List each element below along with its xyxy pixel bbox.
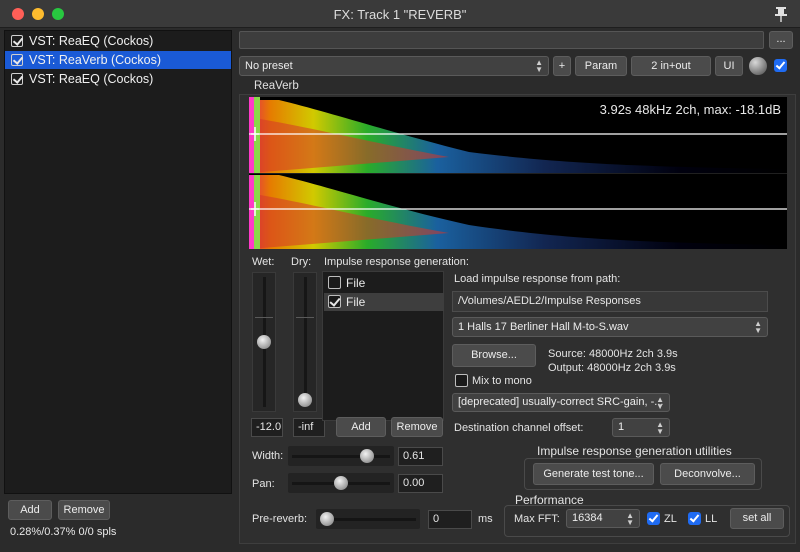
width-value[interactable]: 0.61 [398, 447, 443, 466]
fx-enabled-checkbox[interactable] [11, 73, 23, 85]
wet-knob[interactable] [749, 57, 767, 75]
fx-item-label: VST: ReaEQ (Cockos) [29, 34, 154, 48]
deconvolve-button[interactable]: Deconvolve... [660, 463, 755, 485]
chevron-up-down-icon: ▲ ▼ [535, 58, 543, 74]
output-info: Output: 48000Hz 2ch 3.9s [548, 362, 676, 374]
pan-value[interactable]: 0.00 [398, 474, 443, 493]
fx-chain-item-selected[interactable]: VST: ReaVerb (Cockos) [5, 51, 231, 69]
prereverb-label: Pre-reverb: [252, 513, 308, 525]
src-mode-dropdown[interactable]: [deprecated] usually-correct SRC-gain, -… [452, 393, 670, 412]
spectrogram-channel-2 [249, 175, 787, 249]
max-fft-label: Max FFT: [514, 513, 560, 525]
window-title: FX: Track 1 "REVERB" [333, 7, 467, 22]
impulse-response-spectrogram[interactable]: 3.92s 48kHz 2ch, max: -18.1dB [249, 97, 787, 249]
fx-item-label: VST: ReaVerb (Cockos) [29, 53, 161, 67]
width-slider-track [292, 454, 390, 458]
dry-value[interactable]: -inf [293, 418, 325, 437]
pin-icon[interactable] [772, 5, 790, 23]
unity-tick [296, 317, 314, 318]
dry-label: Dry: [291, 256, 312, 268]
ir-file-value: 1 Halls 17 Berliner Hall M-to-S.wav [458, 321, 629, 333]
zl-label: ZL [664, 513, 677, 525]
add-ir-generation-button[interactable]: Add [336, 417, 386, 437]
plugin-name: ReaVerb [254, 80, 299, 92]
io-routing-button[interactable]: 2 in+out [631, 56, 711, 76]
dest-channel-offset-label: Destination channel offset: [454, 422, 584, 434]
preset-dropdown[interactable]: No preset ▲ ▼ [239, 56, 549, 76]
width-slider-thumb[interactable] [359, 449, 374, 463]
max-fft-value: 16384 [572, 512, 603, 524]
dest-channel-offset-dropdown[interactable]: 1 ▲ ▼ [612, 418, 670, 437]
dry-slider[interactable] [293, 272, 317, 412]
generate-test-tone-button[interactable]: Generate test tone... [533, 463, 654, 485]
remove-fx-button[interactable]: Remove [58, 500, 110, 520]
chevron-up-down-icon: ▲ ▼ [656, 419, 664, 436]
chevron-up-down-icon: ▲ ▼ [656, 394, 664, 411]
utilities-title: Impulse response generation utilities [537, 444, 732, 458]
pan-slider-thumb[interactable] [334, 476, 348, 490]
zl-checkbox[interactable] [647, 512, 660, 525]
more-button[interactable]: ... [769, 31, 793, 49]
preset-value: No preset [245, 60, 293, 72]
dry-slider-thumb[interactable] [298, 393, 312, 407]
mix-to-mono-label: Mix to mono [472, 375, 532, 387]
fx-name-field[interactable] [239, 31, 764, 49]
ir-item-label: File [346, 295, 366, 309]
fx-chain-item[interactable]: VST: ReaEQ (Cockos) [5, 70, 231, 88]
param-button[interactable]: Param [575, 56, 627, 76]
title-bar: FX: Track 1 "REVERB" [0, 0, 800, 28]
ir-file-dropdown[interactable]: 1 Halls 17 Berliner Hall M-to-S.wav ▲ ▼ [452, 317, 768, 337]
prereverb-slider-thumb[interactable] [320, 512, 334, 526]
fx-chain-list[interactable]: VST: ReaEQ (Cockos) VST: ReaVerb (Cockos… [4, 30, 232, 494]
ir-generation-list[interactable]: File File [322, 271, 444, 421]
fx-chain-item[interactable]: VST: ReaEQ (Cockos) [5, 32, 231, 50]
fx-enabled-checkbox[interactable] [11, 54, 23, 66]
ir-info-text: 3.92s 48kHz 2ch, max: -18.1dB [599, 102, 781, 117]
width-slider[interactable] [288, 446, 394, 466]
pan-label: Pan: [252, 478, 275, 490]
ir-item-label: File [346, 276, 366, 290]
ll-checkbox[interactable] [688, 512, 701, 525]
chevron-up-down-icon: ▲ ▼ [626, 510, 634, 527]
prereverb-unit: ms [478, 513, 493, 525]
spectrogram-graphic [249, 97, 787, 249]
remove-ir-generation-button[interactable]: Remove [391, 417, 443, 437]
wet-slider[interactable] [252, 272, 276, 412]
ir-path-field[interactable]: /Volumes/AEDL2/Impulse Responses [452, 291, 768, 312]
ir-item-checkbox[interactable] [328, 276, 341, 289]
fx-enabled-checkbox[interactable] [11, 35, 23, 47]
dest-channel-offset-value: 1 [618, 421, 625, 433]
wet-label: Wet: [252, 256, 275, 268]
prereverb-slider[interactable] [316, 509, 420, 529]
ll-label: LL [705, 513, 718, 525]
add-fx-button[interactable]: Add [8, 500, 52, 520]
cpu-usage-text: 0.28%/0.37% 0/0 spls [10, 526, 117, 538]
unity-tick [255, 317, 273, 318]
wet-value[interactable]: -12.0 [251, 418, 283, 437]
ir-item-checkbox[interactable] [328, 295, 341, 308]
ir-generation-item-selected[interactable]: File [324, 293, 444, 311]
bypass-checkbox[interactable] [774, 59, 787, 72]
ui-toggle-button[interactable]: UI [715, 56, 743, 76]
add-preset-button[interactable]: + [553, 56, 571, 76]
src-mode-value: [deprecated] usually-correct SRC-gain, -… [458, 396, 664, 408]
load-ir-label: Load impulse response from path: [454, 273, 621, 285]
pan-slider[interactable] [288, 473, 394, 493]
mix-to-mono-checkbox[interactable] [455, 374, 468, 387]
ir-generation-label: Impulse response generation: [324, 256, 469, 268]
max-fft-dropdown[interactable]: 16384 ▲ ▼ [566, 509, 640, 528]
dry-slider-track [303, 277, 307, 407]
browse-button[interactable]: Browse... [452, 344, 536, 367]
chevron-up-down-icon: ▲ ▼ [754, 319, 762, 335]
source-info: Source: 48000Hz 2ch 3.9s [548, 348, 678, 360]
fx-item-label: VST: ReaEQ (Cockos) [29, 72, 154, 86]
wet-slider-thumb[interactable] [257, 335, 271, 349]
width-label: Width: [252, 450, 284, 462]
prereverb-value[interactable]: 0 [428, 510, 472, 529]
set-all-button[interactable]: set all [730, 508, 784, 529]
ir-generation-item[interactable]: File [324, 274, 444, 292]
prereverb-slider-track [320, 517, 416, 521]
